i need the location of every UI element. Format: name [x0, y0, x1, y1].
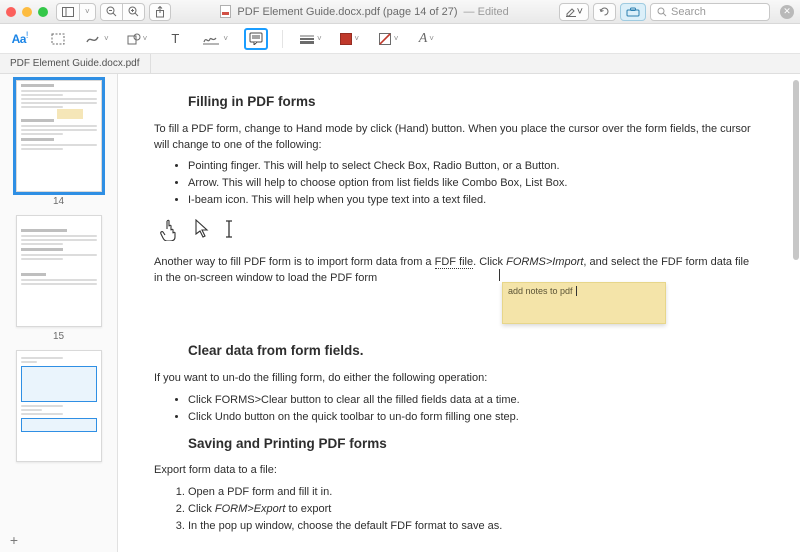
list-item: I-beam icon. This will help when you typ…: [188, 193, 760, 209]
pointing-hand-icon: [160, 219, 180, 241]
fill-color-tool[interactable]: ˅: [338, 28, 362, 50]
sidebar-toggle-icon[interactable]: [57, 4, 80, 20]
line-style-icon: [299, 34, 315, 44]
thumbnail-16-wrap[interactable]: [0, 350, 117, 462]
font-icon: A: [419, 31, 428, 47]
heading-filling: Filling in PDF forms: [188, 92, 760, 112]
cursor-illustration: [160, 219, 760, 241]
document-content[interactable]: Filling in PDF forms To fill a PDF form,…: [118, 74, 800, 552]
view-menu-chevron-icon[interactable]: ˅: [80, 4, 95, 20]
window-controls: [6, 7, 48, 17]
thumbnail-14-wrap[interactable]: 14: [0, 80, 117, 207]
sketch-icon: [86, 33, 102, 45]
shapes-tool[interactable]: ˅: [125, 28, 150, 50]
note-anchor-line: [499, 269, 500, 281]
thumbnail-15-wrap[interactable]: 15: [0, 215, 117, 342]
sign-icon: [203, 33, 221, 45]
text-caret: [574, 286, 578, 296]
search-field[interactable]: Search: [650, 3, 770, 21]
selection-rect-icon: [51, 33, 65, 45]
list-item: In the pop up window, choose the default…: [188, 519, 760, 535]
paragraph: Export form data to a file:: [154, 463, 760, 479]
zoom-in-icon[interactable]: [123, 4, 144, 20]
list-item: Click FORMS>Clear button to clear all th…: [188, 393, 760, 409]
titlebar-right-tools: ˅ Search ✕: [559, 3, 794, 21]
clear-list: Click FORMS>Clear button to clear all th…: [154, 393, 760, 426]
toolbar-divider: [282, 30, 283, 48]
page-thumbnail[interactable]: [16, 215, 102, 327]
export-steps: Open a PDF form and fill it in. Click FO…: [154, 485, 760, 535]
pdf-doc-icon: [220, 5, 231, 18]
paragraph: To fill a PDF form, change to Hand mode …: [154, 122, 760, 154]
close-window-button[interactable]: [6, 7, 16, 17]
window-titlebar: ˅ PDF Element Guide.docx.pdf (page 14 of…: [0, 0, 800, 24]
text-box-tool[interactable]: T: [163, 28, 187, 50]
shapes-icon: [127, 33, 141, 45]
arrow-cursor-icon: [194, 219, 210, 239]
markup-toolbar-button[interactable]: [620, 3, 646, 21]
list-item: Open a PDF form and fill it in.: [188, 485, 760, 501]
page-thumbnail[interactable]: [16, 350, 102, 462]
search-placeholder: Search: [671, 6, 706, 18]
note-tool[interactable]: [244, 28, 268, 50]
list-item: Arrow. This will help to choose option f…: [188, 176, 760, 192]
list-item: Click FORM>Export to export: [188, 502, 760, 518]
sticky-note-text: add notes to pdf: [508, 286, 573, 296]
highlight-button[interactable]: ˅: [559, 3, 589, 21]
share-button[interactable]: [149, 3, 171, 21]
ibeam-cursor-icon: [224, 219, 234, 239]
markup-toolbar: Aa! ˅ ˅ T ˅ ˅ ˅ ˅ A˅: [0, 24, 800, 54]
paragraph: If you want to un-do the filling form, d…: [154, 371, 760, 387]
share-icon: [155, 6, 165, 18]
zoom-out-icon[interactable]: [101, 4, 123, 20]
border-color-icon: [378, 32, 392, 46]
fdf-file-text: FDF file: [435, 256, 474, 269]
document-tabstrip: PDF Element Guide.docx.pdf: [0, 54, 800, 74]
edited-indicator: — Edited: [464, 6, 509, 18]
note-icon: [249, 32, 263, 45]
text-format-tool[interactable]: A˅: [414, 28, 438, 50]
search-icon: [657, 7, 667, 17]
sticky-note[interactable]: add notes to pdf: [502, 282, 666, 324]
add-page-button[interactable]: +: [6, 532, 22, 548]
highlighter-icon: [565, 6, 577, 17]
list-item: Click Undo button on the quick toolbar t…: [188, 410, 760, 426]
heading-save: Saving and Printing PDF forms: [188, 434, 760, 454]
text-style-icon: Aa: [12, 32, 26, 46]
text-style-tool[interactable]: Aa!: [8, 28, 32, 50]
heading-clear: Clear data from form fields.: [188, 341, 760, 361]
titlebar-left-tools: ˅: [56, 3, 171, 21]
window-title: PDF Element Guide.docx.pdf (page 14 of 2…: [171, 5, 559, 18]
main-area: 14 15 +: [0, 74, 800, 552]
page-thumbnail[interactable]: [16, 80, 102, 192]
page-number-label: 15: [53, 331, 64, 342]
sketch-tool[interactable]: ˅: [84, 28, 111, 50]
rotate-icon: [599, 6, 610, 17]
line-style-tool[interactable]: ˅: [297, 28, 324, 50]
paragraph: Another way to fill PDF form is to impor…: [154, 255, 760, 287]
selection-rect-tool[interactable]: [46, 28, 70, 50]
fill-color-swatch: [340, 33, 352, 45]
scrollbar-thumb[interactable]: [793, 80, 799, 260]
zoom-segmented[interactable]: [100, 3, 145, 21]
zoom-window-button[interactable]: [38, 7, 48, 17]
clear-search-button[interactable]: ✕: [780, 5, 794, 19]
minimize-window-button[interactable]: [22, 7, 32, 17]
list-item: Pointing finger. This will help to selec…: [188, 159, 760, 175]
border-color-tool[interactable]: ˅: [376, 28, 401, 50]
page-number-label: 14: [53, 196, 64, 207]
cursor-list: Pointing finger. This will help to selec…: [154, 159, 760, 209]
sign-tool[interactable]: ˅: [201, 28, 230, 50]
toolbox-icon: [626, 7, 640, 17]
page-view: Filling in PDF forms To fill a PDF form,…: [118, 74, 800, 546]
document-tab[interactable]: PDF Element Guide.docx.pdf: [0, 54, 151, 73]
view-mode-segmented[interactable]: ˅: [56, 3, 96, 21]
title-text: PDF Element Guide.docx.pdf (page 14 of 2…: [237, 6, 457, 18]
vertical-scrollbar[interactable]: [791, 74, 799, 552]
rotate-button[interactable]: [593, 3, 616, 21]
tab-label: PDF Element Guide.docx.pdf: [10, 58, 140, 69]
thumbnails-sidebar: 14 15 +: [0, 74, 118, 552]
menu-path-text: FORMS>Import: [506, 256, 583, 268]
